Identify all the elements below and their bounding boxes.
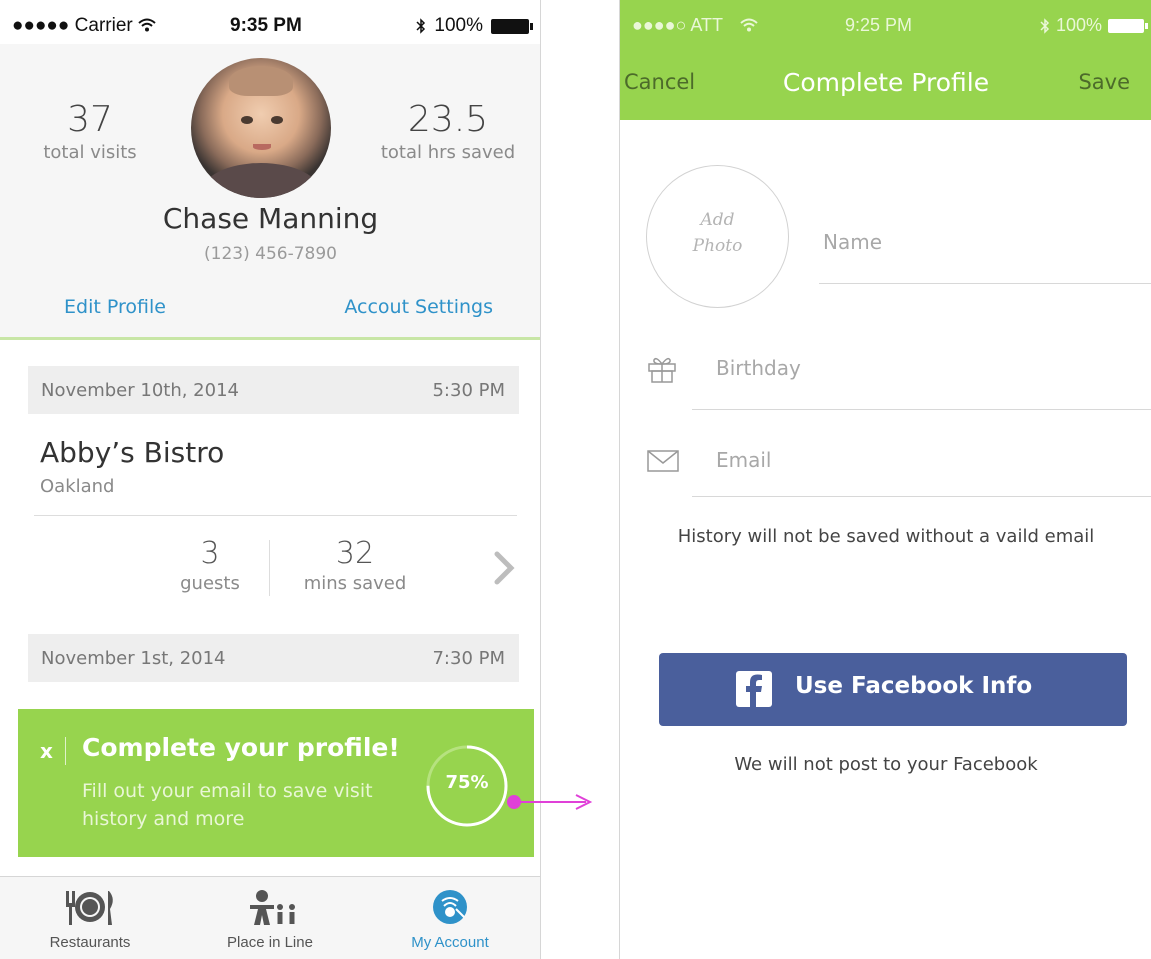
- status-bar: ●●●●● Carrier 9:35 PM 100%: [0, 0, 540, 44]
- user-phone: (123) 456-7890: [204, 244, 337, 264]
- chevron-right-icon[interactable]: [492, 548, 518, 588]
- birthday-field[interactable]: Birthday: [716, 356, 801, 380]
- divider: [269, 540, 270, 596]
- guests-value: 3: [200, 536, 220, 571]
- my-account-icon: [433, 890, 467, 924]
- divider: [819, 283, 1151, 284]
- visit-time: 5:30 PM: [432, 380, 505, 401]
- restaurants-icon: [66, 891, 113, 925]
- add-photo-label: Add: [700, 210, 735, 230]
- guests-stat: 3 guests: [170, 536, 250, 594]
- total-visits-label: total visits: [43, 142, 137, 163]
- profile-screen: ●●●●● Carrier 9:35 PM 100% 37 total visi…: [0, 0, 541, 959]
- complete-profile-banner[interactable]: x Complete your profile! Fill out your e…: [18, 709, 534, 857]
- facebook-icon: [736, 671, 772, 707]
- guests-label: guests: [180, 573, 240, 594]
- battery-percent: 100%: [434, 15, 483, 36]
- visit-date: November 10th, 2014: [41, 380, 239, 401]
- wifi-icon: [138, 18, 156, 32]
- mins-saved-stat: 32 mins saved: [292, 536, 418, 594]
- edit-profile-link[interactable]: Edit Profile: [64, 296, 166, 318]
- clock: 9:35 PM: [230, 15, 302, 36]
- tab-bar: Restaurants Place in Line My Account: [0, 876, 540, 959]
- add-photo-label: Photo: [692, 236, 743, 256]
- tab-place-in-line[interactable]: Place in Line: [180, 877, 360, 959]
- total-hours-value: 23.5: [407, 99, 489, 140]
- banner-body: Fill out your email to save visit histor…: [82, 780, 373, 830]
- close-banner-button[interactable]: x: [40, 739, 53, 763]
- banner-title: Complete your profile!: [82, 733, 400, 762]
- name-field[interactable]: Name: [823, 230, 882, 254]
- email-hint: History will not be saved without a vail…: [677, 526, 1095, 547]
- clock: 9:25 PM: [845, 15, 913, 35]
- tab-my-account[interactable]: My Account: [360, 877, 540, 959]
- divider: [34, 515, 517, 516]
- facebook-button-label: Use Facebook Info: [795, 673, 1033, 699]
- battery-icon: [1108, 18, 1148, 33]
- visit-date-header: November 10th, 2014 5:30 PM: [28, 366, 519, 414]
- wifi-icon: [740, 18, 758, 32]
- add-photo-button[interactable]: Add Photo: [646, 165, 789, 308]
- total-hours-label: total hrs saved: [380, 142, 516, 163]
- tab-restaurants[interactable]: Restaurants: [0, 877, 180, 959]
- mins-saved-value: 32: [335, 536, 375, 571]
- carrier-label: ●●●●● Carrier: [12, 15, 133, 36]
- total-visits-stat: 37 total visits: [30, 99, 150, 163]
- complete-profile-screen: ●●●●○ ATT 9:25 PM 100% Cancel Complete P…: [619, 0, 1151, 959]
- status-bar: ●●●●○ ATT 9:25 PM 100%: [620, 0, 1151, 40]
- page-title: Complete Profile: [782, 68, 990, 97]
- visit-date-header: November 1st, 2014 7:30 PM: [28, 634, 519, 682]
- mins-saved-label: mins saved: [303, 573, 407, 594]
- use-facebook-button[interactable]: Use Facebook Info: [659, 653, 1127, 726]
- email-field[interactable]: Email: [716, 448, 772, 472]
- tab-label: Place in Line: [227, 934, 313, 951]
- restaurant-name[interactable]: Abby’s Bistro: [40, 436, 224, 469]
- total-visits-value: 37: [67, 99, 113, 140]
- bluetooth-icon: [1040, 17, 1050, 34]
- tab-label: Restaurants: [49, 934, 131, 951]
- user-name: Chase Manning: [162, 202, 379, 235]
- restaurant-city: Oakland: [40, 476, 115, 497]
- divider: [65, 737, 66, 765]
- visit-time: 7:30 PM: [432, 648, 505, 669]
- profile-header: 37 total visits 23.5 total hrs saved Cha…: [0, 44, 540, 340]
- mail-icon: [647, 450, 679, 472]
- visit-date: November 1st, 2014: [41, 648, 226, 669]
- divider: [692, 409, 1151, 410]
- gift-icon: [648, 357, 676, 383]
- account-settings-link[interactable]: Accout Settings: [344, 296, 493, 318]
- place-in-line-icon: [250, 890, 295, 925]
- carrier-label: ●●●●○ ATT: [632, 15, 723, 35]
- progress-percent: 75%: [445, 772, 489, 793]
- battery-icon: [491, 18, 533, 34]
- avatar[interactable]: [191, 58, 331, 198]
- flow-arrow-icon: [507, 794, 593, 810]
- nav-bar: ●●●●○ ATT 9:25 PM 100% Cancel Complete P…: [620, 0, 1151, 120]
- divider: [692, 496, 1151, 497]
- tab-label: My Account: [411, 934, 489, 951]
- battery-percent: 100%: [1055, 15, 1102, 35]
- save-button[interactable]: Save: [1078, 70, 1130, 94]
- facebook-note: We will not post to your Facebook: [734, 754, 1038, 775]
- bluetooth-icon: [416, 18, 426, 34]
- total-hours-stat: 23.5 total hrs saved: [373, 99, 523, 163]
